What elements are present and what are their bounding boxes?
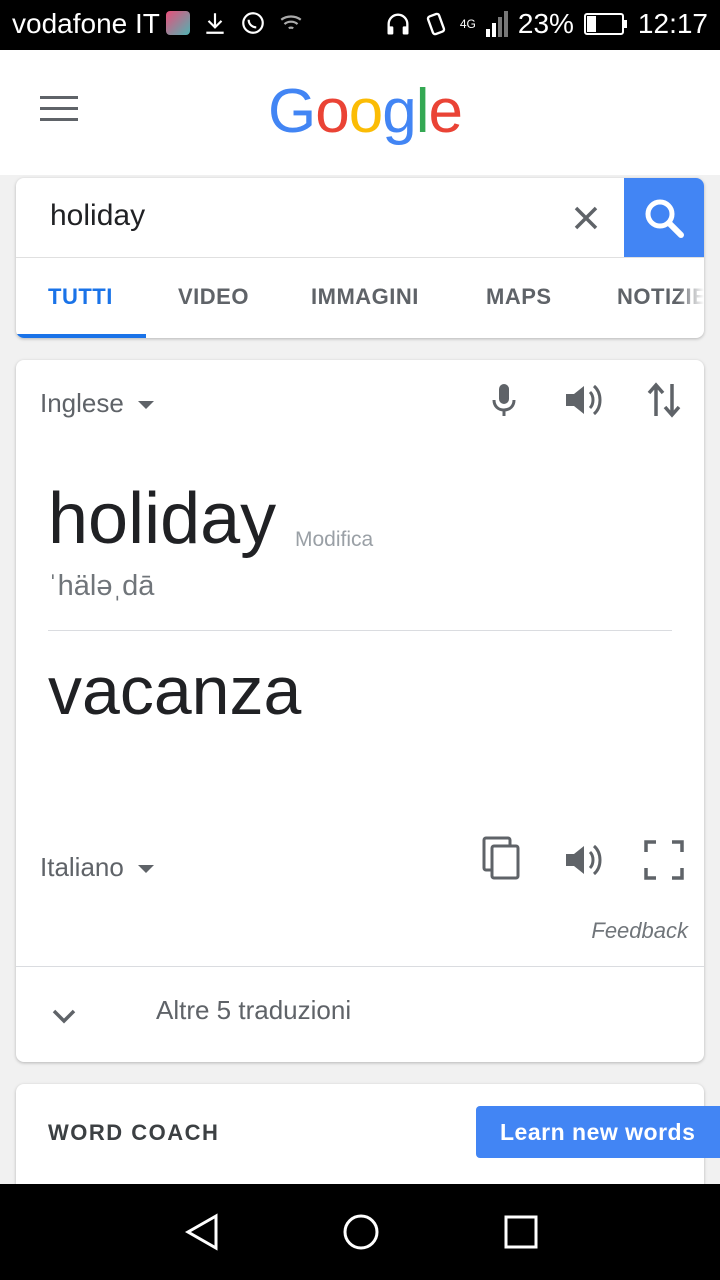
tab-tutti[interactable]: TUTTI bbox=[48, 284, 113, 310]
headphones-icon bbox=[387, 13, 409, 35]
home-icon[interactable] bbox=[337, 1208, 385, 1256]
phonetic-transcription: ˈhäləˌdā bbox=[48, 570, 155, 602]
fullscreen-icon[interactable] bbox=[640, 836, 688, 884]
menu-icon[interactable] bbox=[40, 96, 78, 124]
more-translations-toggle[interactable]: Altre 5 traduzioni bbox=[16, 967, 704, 1061]
target-language-label: Italiano bbox=[40, 852, 124, 882]
logo-letter: o bbox=[348, 77, 383, 146]
logo-letter: g bbox=[382, 77, 416, 146]
learn-new-words-button[interactable]: Learn new words bbox=[476, 1106, 720, 1158]
google-header: Google bbox=[0, 50, 720, 175]
logo-letter: G bbox=[268, 77, 316, 146]
speaker-icon[interactable] bbox=[560, 376, 608, 424]
source-word: holiday bbox=[48, 479, 277, 559]
download-icon bbox=[206, 13, 224, 34]
vibrate-icon bbox=[426, 12, 446, 36]
swap-languages-icon[interactable] bbox=[640, 376, 688, 424]
battery-icon bbox=[583, 13, 627, 35]
logo-letter: o bbox=[315, 77, 349, 146]
android-nav-bar bbox=[0, 1184, 720, 1280]
tab-notizie[interactable]: NOTIZIE bbox=[617, 284, 704, 310]
network-type: 4G bbox=[459, 17, 476, 31]
microphone-icon[interactable] bbox=[480, 376, 528, 424]
tab-immagini[interactable]: IMMAGINI bbox=[311, 284, 419, 310]
source-language-label: Inglese bbox=[40, 388, 124, 418]
search-input[interactable] bbox=[48, 198, 532, 234]
wifi-question-icon bbox=[280, 15, 302, 30]
google-logo[interactable]: Google bbox=[268, 76, 463, 147]
logo-letter: l bbox=[415, 77, 430, 146]
chevron-down-icon bbox=[137, 401, 154, 410]
target-word: vacanza bbox=[48, 653, 302, 729]
search-icon bbox=[645, 199, 684, 238]
clear-icon[interactable] bbox=[564, 196, 608, 240]
speaker-icon[interactable] bbox=[560, 836, 608, 884]
logo-letter: e bbox=[428, 77, 462, 146]
feedback-link[interactable]: Feedback bbox=[591, 918, 688, 944]
active-tab-indicator bbox=[16, 334, 146, 338]
battery-percentage: 23% bbox=[517, 8, 574, 39]
signal-icon bbox=[485, 11, 508, 37]
word-coach-title: WORD COACH bbox=[48, 1120, 220, 1145]
clock: 12:17 bbox=[637, 8, 708, 39]
source-language-select[interactable]: Inglese bbox=[40, 388, 154, 419]
recents-icon[interactable] bbox=[497, 1208, 545, 1256]
tab-maps[interactable]: MAPS bbox=[486, 284, 552, 310]
target-language-select[interactable]: Italiano bbox=[40, 852, 154, 883]
chevron-down-icon bbox=[137, 865, 154, 874]
whatsapp-icon bbox=[242, 12, 264, 34]
copy-icon[interactable] bbox=[478, 834, 526, 882]
search-button[interactable] bbox=[624, 178, 704, 258]
app-notification-icon bbox=[166, 11, 190, 35]
edit-link[interactable]: Modifica bbox=[295, 528, 373, 552]
status-bar: vodafone IT 4G 23% 12:17 bbox=[0, 0, 720, 50]
translation-divider bbox=[48, 630, 672, 631]
back-icon[interactable] bbox=[178, 1208, 226, 1256]
more-translations-label: Altre 5 traduzioni bbox=[156, 995, 352, 1025]
tab-video[interactable]: VIDEO bbox=[178, 284, 249, 310]
word-coach-card: WORD COACH Learn new words bbox=[16, 1084, 720, 1194]
chevron-down-icon bbox=[52, 1009, 76, 1024]
search-card: TUTTI VIDEO IMMAGINI MAPS NOTIZIE bbox=[16, 178, 704, 338]
carrier-name: vodafone IT bbox=[12, 8, 160, 39]
search-tabs: TUTTI VIDEO IMMAGINI MAPS NOTIZIE bbox=[16, 258, 704, 338]
translate-card: Inglese holiday Modifica ˈhäləˌdā vacanz… bbox=[16, 360, 704, 1062]
